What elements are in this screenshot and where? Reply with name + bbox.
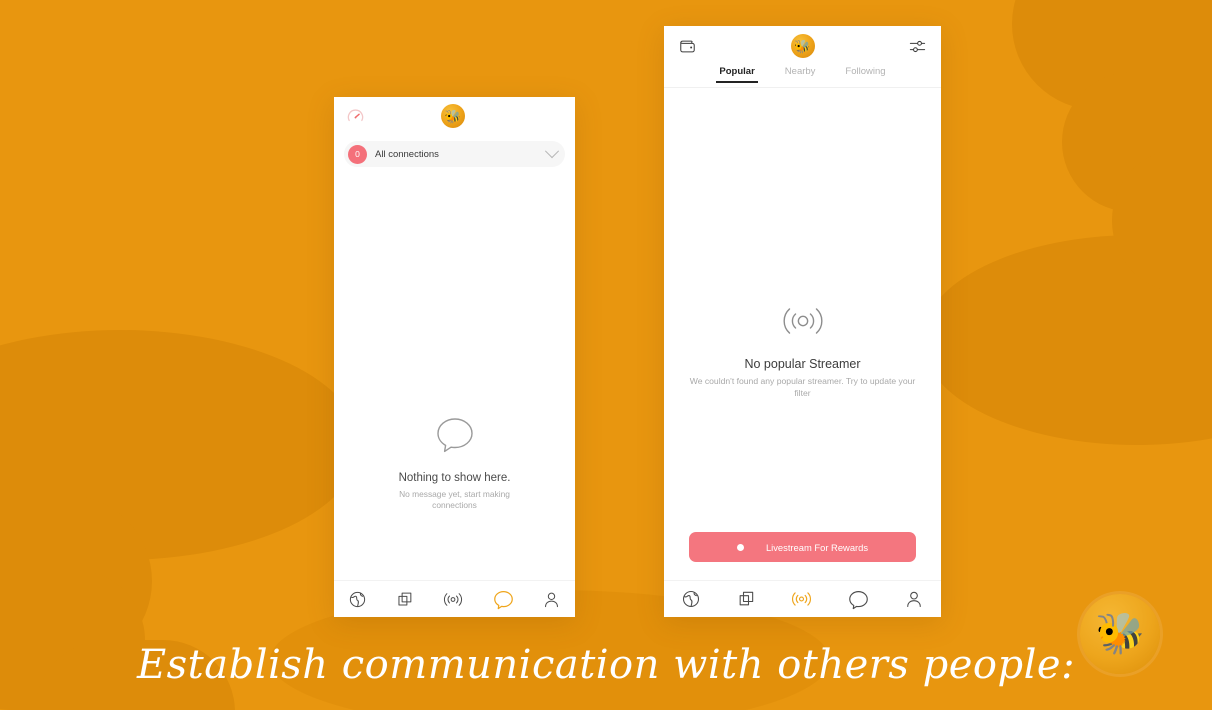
chat-empty-state: Nothing to show here. No message yet, st… [334,415,575,512]
connections-count-badge: 0 [348,144,367,164]
nav-profile-icon[interactable] [904,589,924,609]
wallet-icon[interactable] [678,37,697,56]
chat-bubble-icon [334,415,575,460]
nav-cards-icon[interactable] [395,590,414,609]
record-dot-icon [736,543,744,551]
tabs-divider [664,87,941,88]
bee-avatar-icon: 🐝 [794,38,811,54]
bee-logo-icon: 🐝 [1080,594,1160,674]
tab-popular[interactable]: Popular [719,66,754,83]
nav-cards-icon[interactable] [736,589,756,609]
avatar[interactable]: 🐝 [441,104,465,128]
all-connections-label: All connections [375,148,439,160]
speedometer-icon[interactable] [346,107,365,126]
livestream-empty-state: No popular Streamer We couldn't found an… [664,302,941,399]
livestream-empty-subtitle: We couldn't found any popular streamer. … [689,376,916,398]
livestream-tabs: Popular Nearby Following [664,66,941,87]
livestream-header: 🐝 [664,26,941,66]
avatar[interactable]: 🐝 [790,34,815,58]
background-wave-left [0,330,360,560]
phone-mockup-chat: 🐝 0 All connections Nothing to show here… [334,97,575,617]
bee-avatar-icon: 🐝 [444,108,462,124]
broadcast-icon [664,302,941,345]
filter-sliders-icon[interactable] [908,37,927,56]
nav-globe-icon[interactable] [348,590,367,609]
livestream-empty-title: No popular Streamer [744,357,861,371]
nav-chat-icon[interactable] [493,589,514,610]
bee-glyph: 🐝 [1095,612,1145,656]
nav-chat-icon[interactable] [848,589,869,610]
promo-caption: Establish communication with others peop… [136,642,1076,688]
livestream-bottom-nav [664,580,941,617]
tab-nearby[interactable]: Nearby [785,66,816,83]
background-blob-top-2 [1062,72,1212,212]
all-connections-select[interactable]: 0 All connections [344,141,565,167]
nav-profile-icon[interactable] [542,590,561,609]
background-blob-bottom-2 [0,570,145,710]
background-blob-top-3 [1112,148,1212,293]
promo-banner: 🐝 0 All connections Nothing to show here… [0,0,1212,710]
nav-globe-icon[interactable] [681,589,701,609]
nav-broadcast-icon[interactable] [790,589,813,609]
tab-following[interactable]: Following [845,66,885,83]
background-wave-right [922,235,1212,445]
background-blob-top-1 [1012,0,1212,110]
chat-empty-title: Nothing to show here. [398,472,511,484]
nav-broadcast-icon[interactable] [442,590,464,609]
chat-empty-subtitle: No message yet, start making connections [399,489,510,511]
chevron-down-icon [544,144,560,159]
phone-mockup-livestream: 🐝 Popular Nearby Following No popular St… [664,26,941,617]
chat-header: 🐝 [334,97,575,135]
livestream-for-rewards-button[interactable]: Livestream For Rewards [689,532,916,562]
chat-bottom-nav [334,580,575,617]
cta-label: Livestream For Rewards [765,541,869,553]
